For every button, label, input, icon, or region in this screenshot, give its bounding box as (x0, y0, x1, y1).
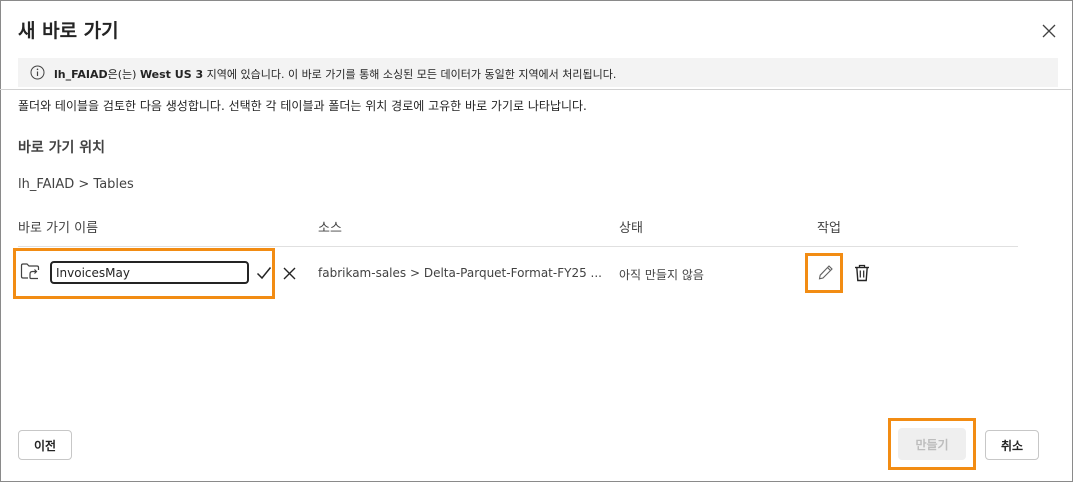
dialog-title: 새 바로 가기 (18, 20, 119, 42)
column-header-actions: 작업 (817, 221, 841, 236)
column-header-status: 상태 (619, 221, 643, 236)
previous-button[interactable]: 이전 (18, 430, 72, 460)
lakehouse-name: lh_FAIAD (54, 68, 108, 81)
region-info-text: lh_FAIAD은(는) West US 3 지역에 있습니다. 이 바로 가기… (54, 66, 616, 82)
pencil-icon[interactable] (817, 264, 834, 281)
folder-shortcut-icon (20, 263, 40, 280)
section-title-location: 바로 가기 위치 (18, 140, 106, 156)
shortcut-name-input[interactable] (50, 261, 249, 284)
checkmark-icon[interactable] (256, 266, 272, 280)
table-header-divider (18, 246, 1018, 247)
source-path-cell: fabrikam-sales > Delta-Parquet-Format-FY… (318, 266, 602, 280)
dialog-description: 폴더와 테이블을 검토한 다음 생성합니다. 선택한 각 테이블과 폴더는 위치… (18, 99, 587, 113)
info-text-rest: 지역에 있습니다. 이 바로 가기를 통해 소싱된 모든 데이터가 동일한 지역… (203, 68, 617, 81)
region-info-bar: lh_FAIAD은(는) West US 3 지역에 있습니다. 이 바로 가기… (18, 58, 1058, 87)
cancel-button[interactable]: 취소 (985, 430, 1039, 460)
info-text-part: 은(는) (107, 68, 140, 81)
column-header-source: 소스 (318, 221, 342, 236)
trash-icon[interactable] (854, 264, 870, 282)
column-header-name: 바로 가기 이름 (18, 221, 99, 236)
breadcrumb: lh_FAIAD > Tables (18, 177, 134, 192)
dismiss-icon[interactable] (283, 267, 296, 280)
close-icon[interactable] (1040, 22, 1058, 40)
status-cell: 아직 만들지 않음 (619, 268, 704, 282)
info-icon (30, 65, 45, 80)
create-button[interactable]: 만들기 (898, 428, 966, 460)
divider (0, 89, 1071, 90)
region-name: West US 3 (139, 68, 204, 81)
